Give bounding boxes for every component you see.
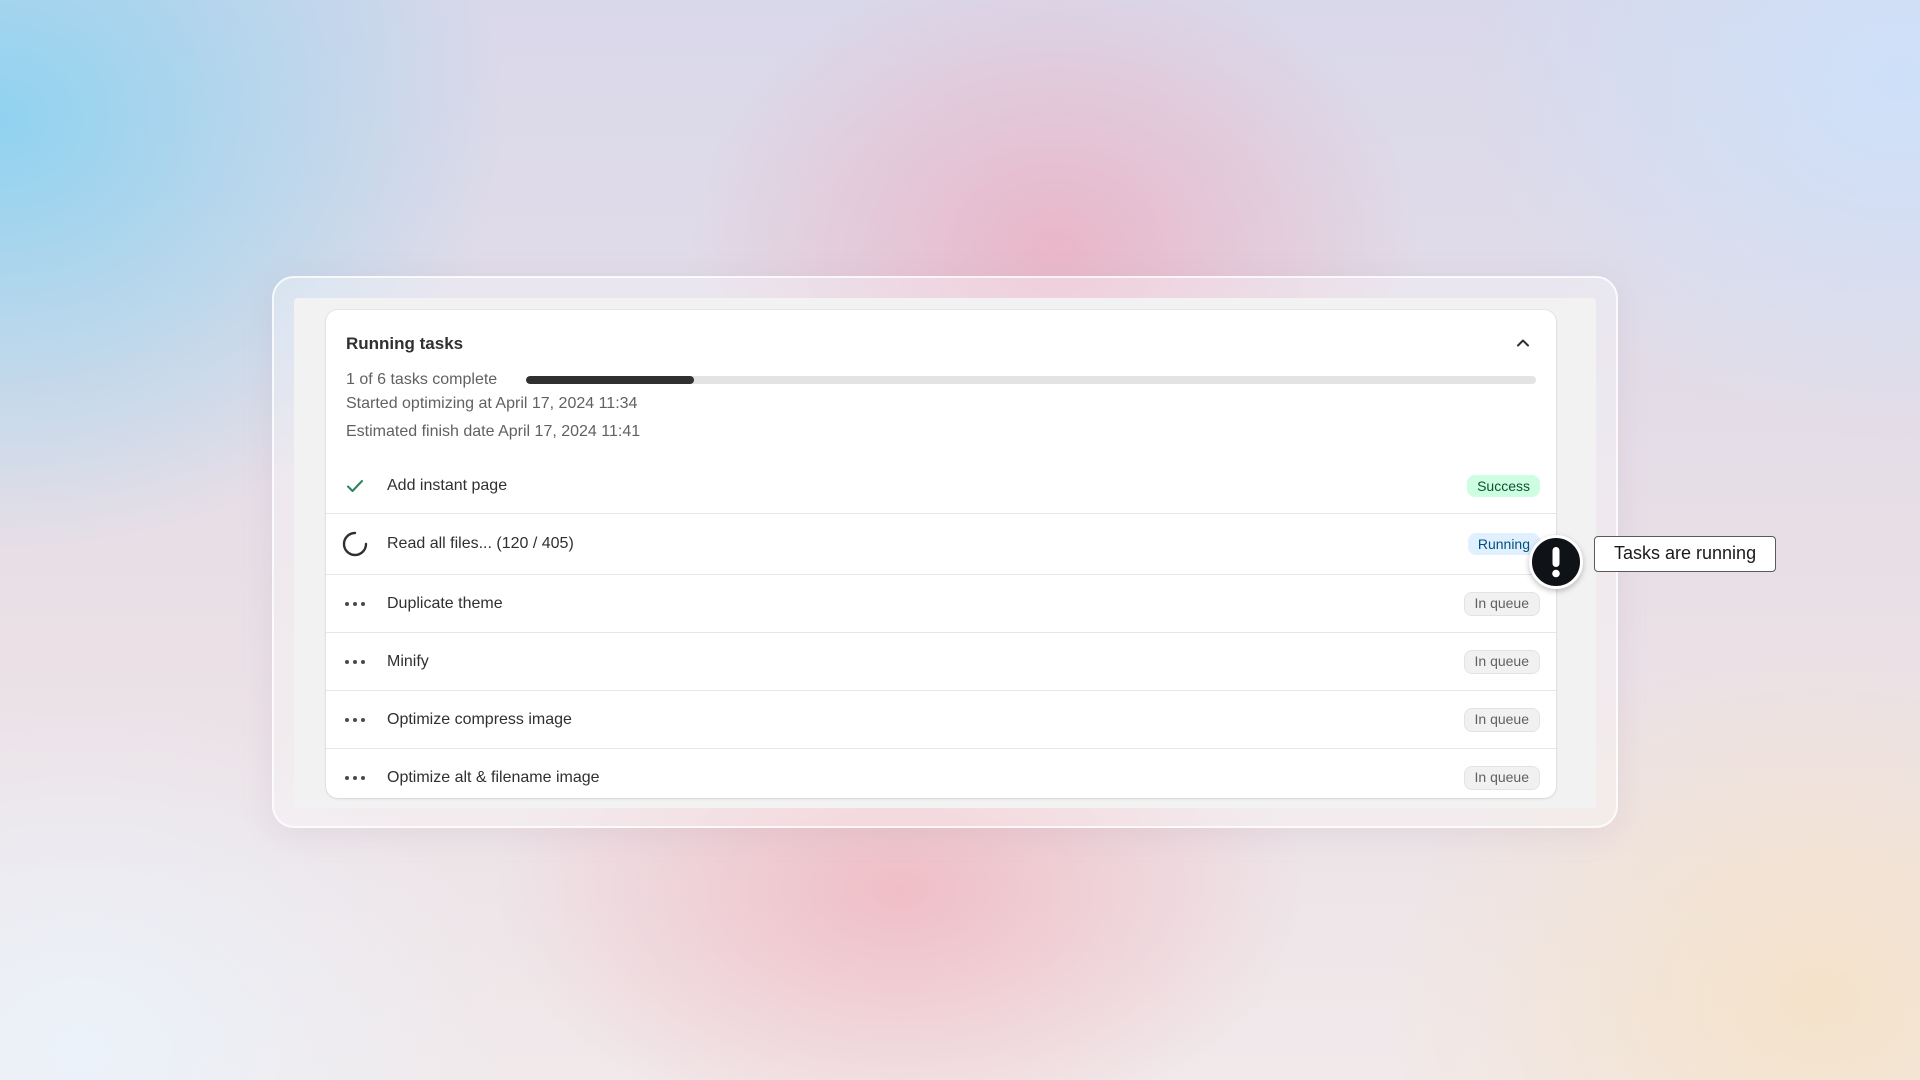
task-label: Add instant page (387, 476, 508, 494)
card-header: Running tasks (346, 330, 1536, 356)
collapse-button[interactable] (1510, 330, 1536, 356)
task-label: Duplicate theme (387, 594, 503, 612)
started-time: Started optimizing at April 17, 2024 11:… (346, 395, 638, 412)
task-label: Optimize compress image (387, 710, 572, 728)
card-title: Running tasks (346, 334, 464, 353)
status-badge: In queue (1463, 591, 1540, 616)
status-badge: In queue (1463, 707, 1540, 732)
status-badge: In queue (1463, 649, 1540, 674)
task-list: Add instant page Success Read all files.… (326, 458, 1556, 798)
estimated-finish-time: Estimated finish date April 17, 2024 11:… (346, 423, 641, 440)
status-badge: Running (1467, 533, 1540, 555)
task-row: Optimize compress image In queue (326, 691, 1556, 749)
ellipsis-icon (340, 705, 370, 735)
ellipsis-icon (340, 647, 370, 677)
task-panel-frame: Running tasks 1 of 6 tasks complete Star… (272, 276, 1618, 828)
task-row: Duplicate theme In queue (326, 575, 1556, 633)
task-row: Optimize alt & filename image In queue (326, 749, 1556, 798)
ellipsis-icon (340, 589, 370, 619)
task-panel-backdrop: Running tasks 1 of 6 tasks complete Star… (294, 298, 1596, 808)
running-tasks-card: Running tasks 1 of 6 tasks complete Star… (326, 310, 1556, 798)
task-row: Read all files... (120 / 405) Running (326, 514, 1556, 575)
status-badge: Success (1467, 474, 1540, 497)
ellipsis-icon (340, 763, 370, 793)
spinner-icon (340, 529, 370, 559)
checkmark-icon (340, 471, 370, 501)
progress-bar (526, 376, 1536, 384)
task-row: Minify In queue (326, 633, 1556, 691)
progress-label: 1 of 6 tasks complete (346, 371, 498, 388)
task-label: Optimize alt & filename image (387, 768, 600, 786)
status-badge: In queue (1463, 765, 1540, 790)
task-label: Read all files... (120 / 405) (387, 535, 574, 552)
chevron-up-icon (1517, 339, 1529, 347)
task-row: Add instant page Success (326, 458, 1556, 514)
progress-summary: 1 of 6 tasks complete (346, 370, 1536, 390)
task-label: Minify (387, 652, 429, 670)
tasks-running-tooltip: Tasks are running (1594, 536, 1777, 572)
progress-bar-fill (526, 376, 695, 384)
exclamation-icon[interactable] (1529, 535, 1583, 589)
